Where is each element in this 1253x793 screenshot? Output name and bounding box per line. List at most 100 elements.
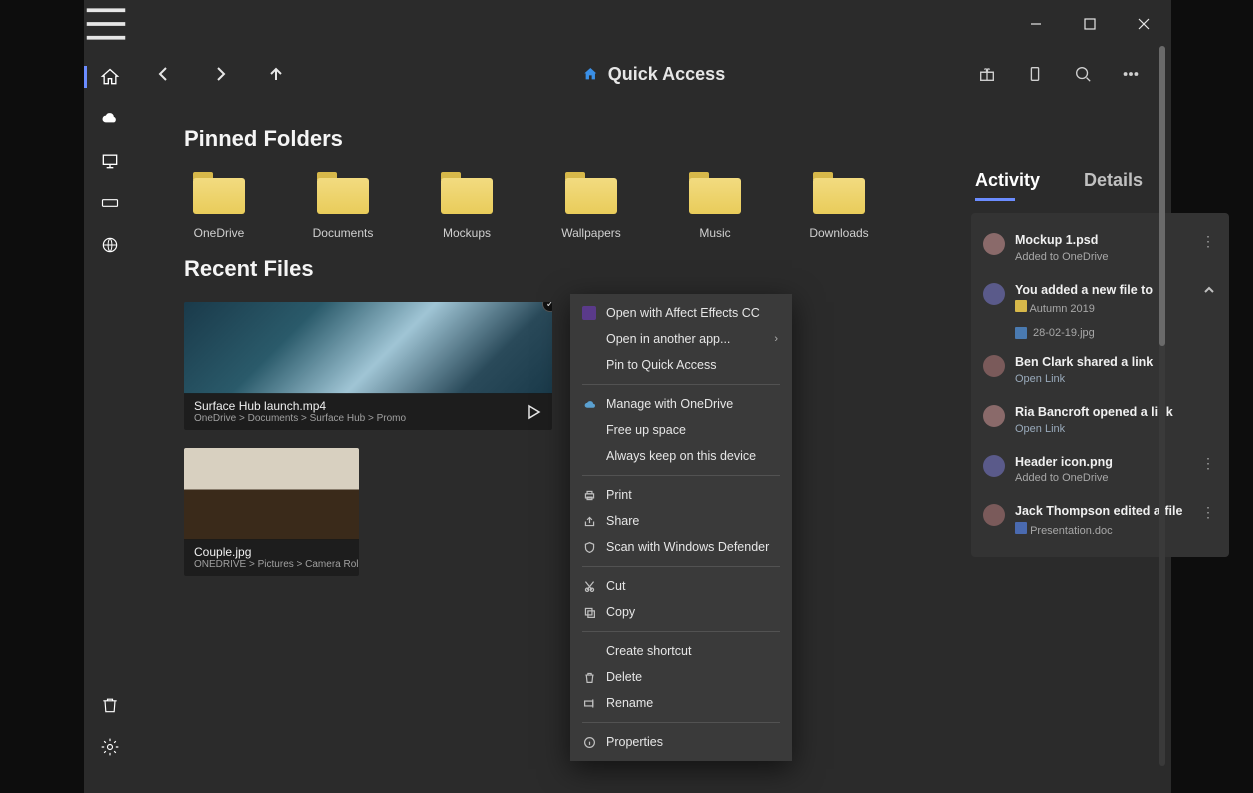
avatar [983, 455, 1005, 477]
folder-wallpapers[interactable]: Wallpapers [556, 172, 626, 240]
maximize-button[interactable] [1063, 0, 1117, 48]
separator [582, 631, 780, 632]
folder-mockups[interactable]: Mockups [432, 172, 502, 240]
search-icon[interactable] [1071, 62, 1095, 86]
item-more-icon[interactable]: ⋮ [1201, 504, 1217, 521]
cm-share[interactable]: Share [570, 508, 792, 534]
cm-copy[interactable]: Copy [570, 599, 792, 625]
cm-rename[interactable]: Rename [570, 690, 792, 716]
print-icon [582, 488, 596, 502]
cut-icon [582, 579, 596, 593]
cm-open-another[interactable]: Open in another app... › [570, 326, 792, 352]
activity-feed: Mockup 1.psd Added to OneDrive ⋮ You add… [971, 213, 1229, 557]
sidebar-settings[interactable] [86, 726, 134, 768]
activity-title: You added a new file to [1015, 283, 1193, 299]
sidebar-keyboard[interactable] [86, 182, 134, 224]
cm-create-shortcut[interactable]: Create shortcut [570, 638, 792, 664]
cm-cut[interactable]: Cut [570, 573, 792, 599]
recent-photo-card[interactable]: Couple.jpg ONEDRIVE > Pictures > Camera … [184, 448, 359, 576]
photo-thumbnail [184, 448, 359, 540]
image-icon [1015, 327, 1027, 339]
card-title: Couple.jpg [194, 545, 359, 559]
activity-item[interactable]: Mockup 1.psd Added to OneDrive ⋮ [971, 223, 1229, 273]
video-thumbnail [184, 302, 552, 394]
activity-folder: Autumn 2019 [1015, 300, 1193, 315]
card-path: ONEDRIVE > Pictures > Camera Roll [194, 559, 359, 570]
activity-link[interactable]: Open Link [1015, 423, 1217, 435]
blank-icon [582, 423, 596, 437]
app-icon [582, 306, 596, 320]
activity-child-file[interactable]: 28-02-19.jpg [1003, 325, 1229, 345]
chevron-up-icon[interactable] [1203, 283, 1217, 297]
activity-item[interactable]: You added a new file to Autumn 2019 [971, 273, 1229, 326]
folder-documents[interactable]: Documents [308, 172, 378, 240]
activity-item[interactable]: Ben Clark shared a link Open Link [971, 345, 1229, 395]
nav-back-button[interactable] [136, 49, 192, 99]
header-bar: Quick Access [136, 46, 1171, 102]
info-icon [582, 735, 596, 749]
recent-files-grid: ✓ Surface Hub launch.mp4 OneDrive > Docu… [184, 302, 924, 576]
cm-delete[interactable]: Delete [570, 664, 792, 690]
folder-icon [565, 172, 617, 214]
cm-scan-defender[interactable]: Scan with Windows Defender [570, 534, 792, 560]
folder-icon [317, 172, 369, 214]
sidebar-this-pc[interactable] [86, 140, 134, 182]
sidebar-recycle-bin[interactable] [86, 684, 134, 726]
recent-video-card[interactable]: ✓ Surface Hub launch.mp4 OneDrive > Docu… [184, 302, 552, 430]
cm-pin[interactable]: Pin to Quick Access [570, 352, 792, 378]
cm-keep-device[interactable]: Always keep on this device [570, 443, 792, 469]
minimize-button[interactable] [1009, 0, 1063, 48]
cloud-icon [582, 397, 596, 411]
activity-item[interactable]: Ria Bancroft opened a link Open Link [971, 395, 1229, 445]
cm-print[interactable]: Print [570, 482, 792, 508]
more-icon[interactable] [1119, 62, 1143, 86]
cm-properties[interactable]: Properties [570, 729, 792, 755]
item-more-icon[interactable]: ⋮ [1201, 455, 1217, 472]
play-icon[interactable] [524, 403, 542, 421]
rename-icon [582, 696, 596, 710]
nav-forward-button[interactable] [192, 49, 248, 99]
home-icon [582, 66, 598, 82]
folder-icon [193, 172, 245, 214]
separator [582, 384, 780, 385]
gift-icon[interactable] [975, 62, 999, 86]
folder-label: Downloads [809, 226, 868, 240]
hamburger-menu-button[interactable] [84, 0, 128, 48]
blank-icon [582, 332, 596, 346]
item-more-icon[interactable]: ⋮ [1201, 233, 1217, 250]
activity-title: Ben Clark shared a link [1015, 355, 1217, 371]
sidebar-home[interactable] [86, 56, 134, 98]
pinned-folders-heading: Pinned Folders [184, 126, 1171, 152]
sidebar-onedrive[interactable] [86, 98, 134, 140]
scrollbar-thumb[interactable] [1159, 46, 1165, 346]
cm-open-with[interactable]: Open with Affect Effects CC [570, 300, 792, 326]
folder-onedrive[interactable]: OneDrive [184, 172, 254, 240]
activity-item[interactable]: Jack Thompson edited a file Presentation… [971, 494, 1229, 547]
tab-activity[interactable]: Activity [975, 170, 1040, 191]
nav-up-button[interactable] [248, 49, 304, 99]
avatar [983, 233, 1005, 255]
blank-icon [582, 449, 596, 463]
folder-icon [813, 172, 865, 214]
folder-icon [1015, 300, 1027, 312]
sidebar-rail [84, 48, 136, 768]
context-menu: Open with Affect Effects CC Open in anot… [570, 294, 792, 761]
avatar [983, 355, 1005, 377]
tab-details[interactable]: Details [1084, 170, 1143, 191]
trash-icon [582, 670, 596, 684]
activity-title: Ria Bancroft opened a link [1015, 405, 1217, 421]
activity-link[interactable]: Open Link [1015, 373, 1217, 385]
card-title: Surface Hub launch.mp4 [194, 399, 524, 413]
separator [582, 475, 780, 476]
copy-icon [582, 605, 596, 619]
cm-manage-onedrive[interactable]: Manage with OneDrive [570, 391, 792, 417]
close-button[interactable] [1117, 0, 1171, 48]
avatar [983, 504, 1005, 526]
activity-item[interactable]: Header icon.png Added to OneDrive ⋮ [971, 445, 1229, 495]
folder-music[interactable]: Music [680, 172, 750, 240]
folder-downloads[interactable]: Downloads [804, 172, 874, 240]
sidebar-network[interactable] [86, 224, 134, 266]
device-icon[interactable] [1023, 62, 1047, 86]
folder-icon [441, 172, 493, 214]
cm-free-space[interactable]: Free up space [570, 417, 792, 443]
